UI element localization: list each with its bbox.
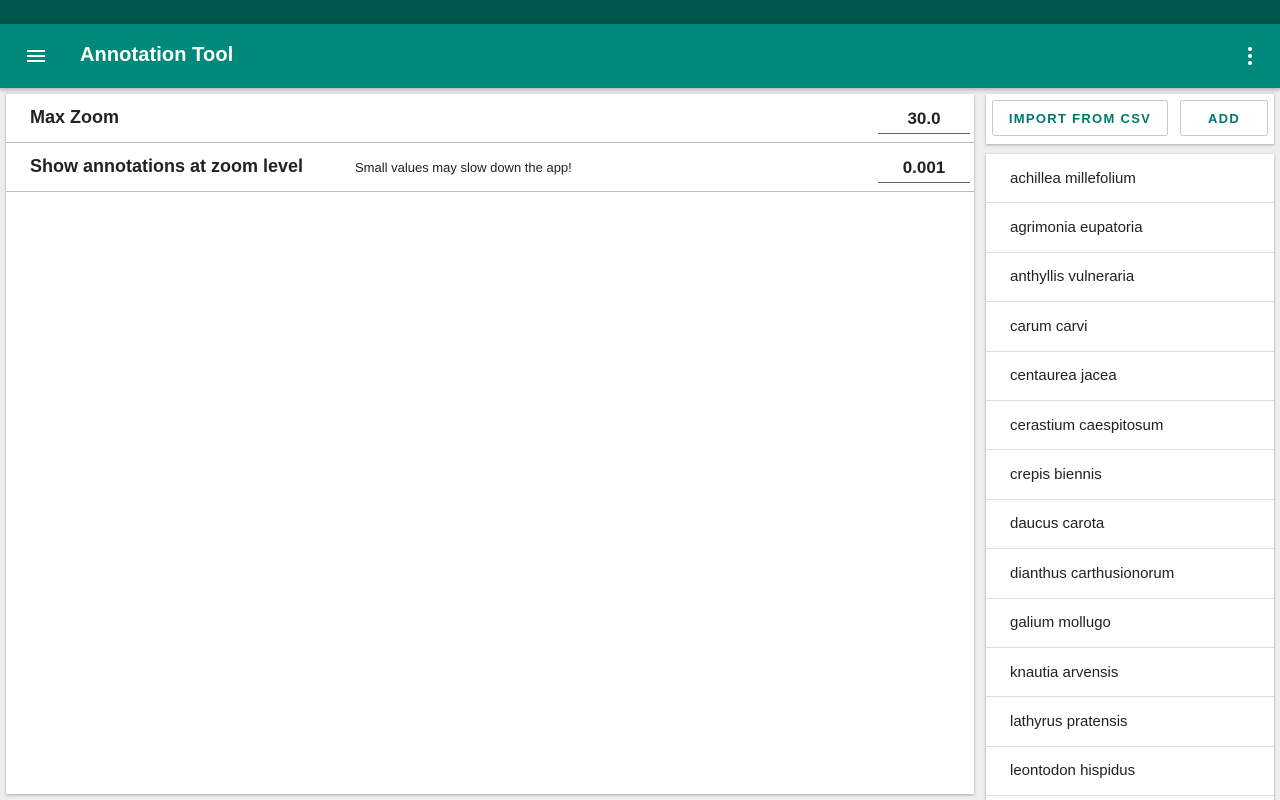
list-item[interactable]: crepis biennis <box>986 450 1274 500</box>
annotation-zoom-label: Show annotations at zoom level <box>30 156 304 176</box>
list-item[interactable]: knautia arvensis <box>986 648 1274 698</box>
action-bar: IMPORT FROM CSV ADD <box>986 94 1274 144</box>
list-item[interactable]: achillea millefolium <box>986 154 1274 204</box>
max-zoom-input[interactable] <box>878 104 970 134</box>
list-item[interactable]: dianthus carthusionorum <box>986 549 1274 599</box>
list-item[interactable]: daucus carota <box>986 500 1274 550</box>
app-title: Annotation Tool <box>80 44 234 66</box>
list-item[interactable]: anthyllis vulneraria <box>986 253 1274 303</box>
list-item[interactable]: agrimonia eupatoria <box>986 203 1274 253</box>
annotation-zoom-hint: Small values may slow down the app! <box>355 160 572 175</box>
menu-icon <box>27 50 45 62</box>
list-item[interactable]: carum carvi <box>986 302 1274 352</box>
app-bar: Annotation Tool <box>0 24 1280 88</box>
species-list: achillea millefolium agrimonia eupatoria… <box>986 154 1274 800</box>
status-bar <box>0 0 1280 24</box>
list-item[interactable]: leontodon hispidus <box>986 747 1274 797</box>
overflow-menu-button[interactable] <box>1238 40 1262 72</box>
annotation-zoom-input[interactable] <box>878 153 970 183</box>
list-item[interactable]: cerastium caespitosum <box>986 401 1274 451</box>
list-item[interactable]: centaurea jacea <box>986 352 1274 401</box>
list-item[interactable]: galium mollugo <box>986 599 1274 648</box>
list-item[interactable]: lathyrus pratensis <box>986 697 1274 747</box>
add-button[interactable]: ADD <box>1180 100 1268 136</box>
max-zoom-row: Max Zoom <box>6 94 974 143</box>
settings-panel: Max Zoom Show annotations at zoom level … <box>6 94 974 794</box>
menu-button[interactable] <box>20 40 52 72</box>
import-csv-button[interactable]: IMPORT FROM CSV <box>992 100 1168 136</box>
more-vert-icon <box>1248 47 1252 65</box>
annotation-zoom-row: Show annotations at zoom level Small val… <box>6 143 974 192</box>
max-zoom-label: Max Zoom <box>30 107 120 127</box>
